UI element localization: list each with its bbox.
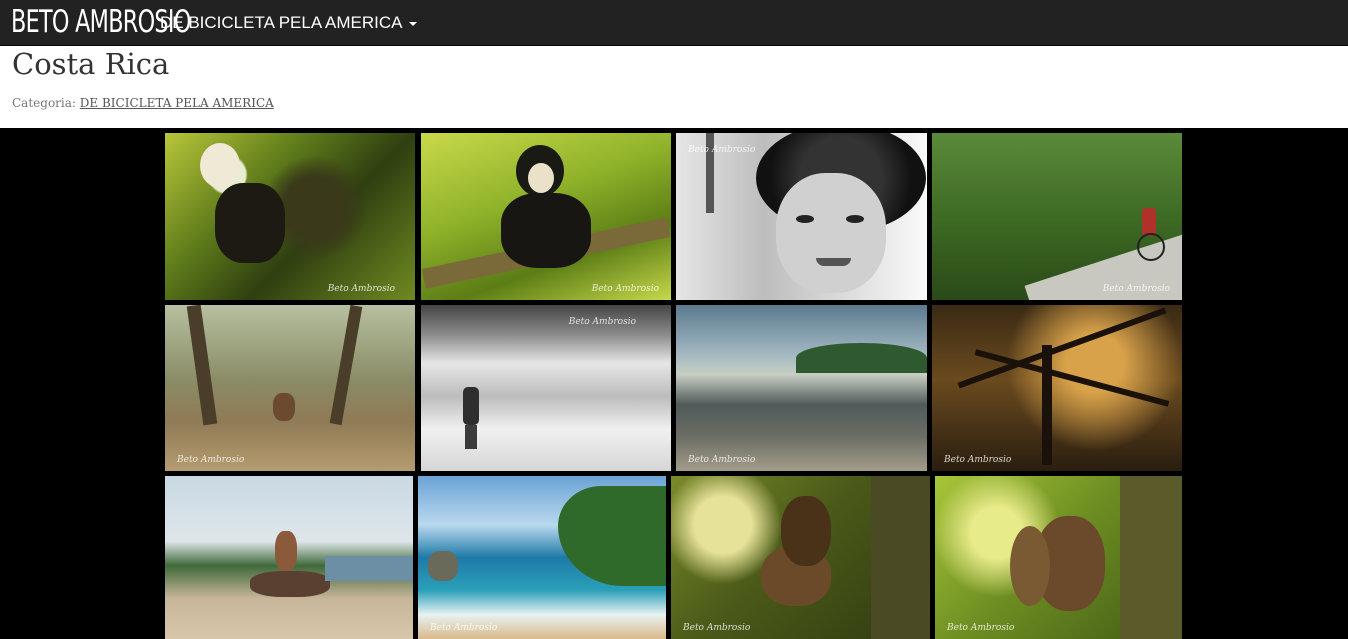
photo-child-portrait[interactable]: Beto Ambrosio [676,133,927,300]
photo-coastline-aerial[interactable]: Beto Ambrosio [418,476,666,639]
category-line: Categoria: DE BICICLETA PELA AMERICA [12,96,274,110]
navbar: BETO AMBROSIO DE BICICLETA PELA AMERICA [0,0,1348,46]
photo-man-on-log[interactable] [165,476,413,639]
photo-monkey-on-branch[interactable]: Beto Ambrosio [421,133,671,300]
photo-man-in-surf[interactable]: Beto Ambrosio [421,305,671,471]
photo-watermark: Beto Ambrosio [568,317,636,327]
photo-watermark: Beto Ambrosio [1102,284,1170,294]
photo-watermark: Beto Ambrosio [327,284,395,294]
category-prefix: Categoria: [12,96,76,110]
photo-watermark: Beto Ambrosio [683,623,751,633]
photo-squirrel-climbing[interactable]: Beto Ambrosio [935,476,1182,639]
photo-watermark: Beto Ambrosio [944,455,1012,465]
photo-monkey-branches[interactable]: Beto Ambrosio [165,133,415,300]
photo-watermark: Beto Ambrosio [430,623,498,633]
page-header: Costa Rica Categoria: DE BICICLETA PELA … [0,46,1348,128]
photo-watermark: Beto Ambrosio [591,284,659,294]
page-title: Costa Rica [12,47,170,81]
photo-man-beach-palms[interactable]: Beto Ambrosio [165,305,415,471]
photo-cyclist-forest-road[interactable]: Beto Ambrosio [932,133,1182,300]
photo-squirrel-eating[interactable]: Beto Ambrosio [671,476,930,639]
photo-gallery: Beto Ambrosio Beto Ambrosio Beto Ambrosi… [0,128,1348,639]
category-link[interactable]: DE BICICLETA PELA AMERICA [80,96,274,110]
photo-watermark: Beto Ambrosio [947,623,1015,633]
photo-watermark: Beto Ambrosio [688,145,756,155]
photo-watermark: Beto Ambrosio [177,455,245,465]
photo-rocky-shore[interactable]: Beto Ambrosio [676,305,927,471]
photo-twisted-trees[interactable]: Beto Ambrosio [932,305,1182,471]
photo-watermark: Beto Ambrosio [688,455,756,465]
nav-dropdown-menu[interactable]: DE BICICLETA PELA AMERICA [160,13,417,33]
caret-down-icon [408,21,417,26]
nav-dropdown-label: DE BICICLETA PELA AMERICA [160,13,403,32]
